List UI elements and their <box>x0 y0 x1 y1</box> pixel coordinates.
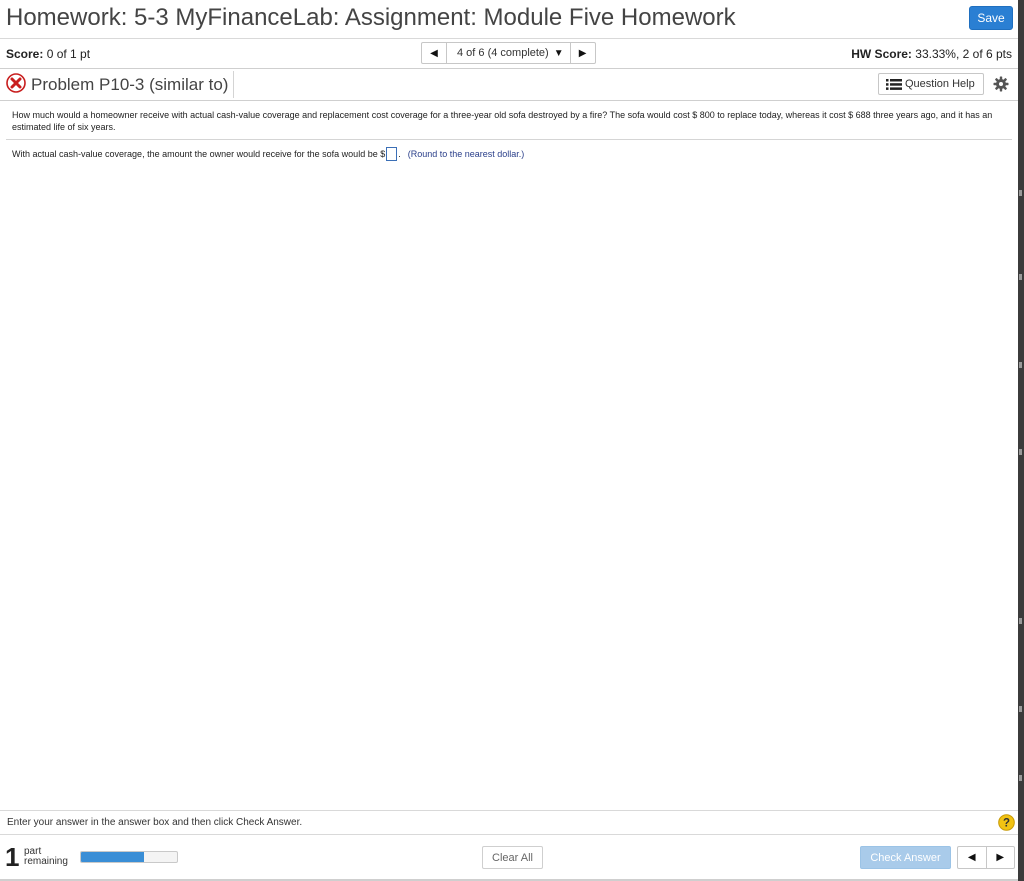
instruction-bar: Enter your answer in the answer box and … <box>0 810 1018 835</box>
parts-remaining-label: part remaining <box>24 847 68 867</box>
footer-next-button[interactable]: ▶ <box>985 847 1015 868</box>
parts-label-line2: remaining <box>24 856 68 867</box>
question-dropdown[interactable]: 4 of 6 (4 complete) ▼ <box>446 43 571 63</box>
edge-mark <box>1019 706 1022 712</box>
svg-text:?: ? <box>1003 818 1010 830</box>
hw-score-label: HW Score: <box>851 47 912 61</box>
triangle-right-icon: ▶ <box>578 47 587 59</box>
answer-input[interactable] <box>386 147 398 161</box>
hw-score-value: 33.33%, 2 of 6 pts <box>915 47 1012 61</box>
divider <box>233 71 234 98</box>
footer-bar: 1 part remaining Clear All Check Answer … <box>0 834 1018 881</box>
triangle-right-icon: ▶ <box>996 852 1005 863</box>
progress-fill <box>81 852 145 862</box>
instruction-text: Enter your answer in the answer box and … <box>7 817 303 828</box>
problem-title: Problem P10-3 (similar to) <box>31 75 229 94</box>
question-help-button[interactable]: Question Help <box>878 73 984 95</box>
window-edge <box>1018 0 1024 881</box>
clear-all-button[interactable]: Clear All <box>482 846 543 869</box>
triangle-down-icon: ▼ <box>553 47 564 59</box>
answer-suffix: . <box>398 149 401 159</box>
score-bar: Score: 0 of 1 pt ◀ 4 of 6 (4 complete) ▼… <box>0 39 1018 69</box>
prev-question-button[interactable]: ◀ <box>422 43 446 63</box>
question-mark-icon[interactable]: ? <box>998 814 1015 831</box>
score-value: 0 of 1 pt <box>46 47 91 61</box>
footer-prev-button[interactable]: ◀ <box>958 847 986 868</box>
progress-bar <box>80 851 178 863</box>
question-status: 4 of 6 (4 complete) <box>457 47 549 59</box>
score-label: Score: <box>6 47 44 61</box>
question-navigator: ◀ 4 of 6 (4 complete) ▼ ▶ <box>421 42 596 64</box>
edge-mark <box>1019 190 1022 196</box>
question-text: How much would a homeowner receive with … <box>12 110 993 132</box>
header-bar: Homework: 5-3 MyFinanceLab: Assignment: … <box>0 0 1018 39</box>
hw-score: HW Score: 33.33%, 2 of 6 pts <box>851 47 1012 61</box>
question-help-label: Question Help <box>905 78 975 90</box>
edge-mark <box>1019 618 1022 624</box>
divider <box>6 139 1012 140</box>
gear-icon[interactable] <box>993 76 1009 92</box>
problem-header: Problem P10-3 (similar to) Question Help <box>0 69 1018 101</box>
edge-mark <box>1019 449 1022 455</box>
answer-prompt: With actual cash-value coverage, the amo… <box>12 149 386 159</box>
list-icon <box>886 78 902 90</box>
parts-remaining-count: 1 <box>5 842 20 872</box>
footer-navigator: ◀ ▶ <box>957 846 1015 869</box>
score: Score: 0 of 1 pt <box>6 47 90 61</box>
red-x-circle-icon <box>6 73 26 93</box>
check-answer-button[interactable]: Check Answer <box>860 846 951 869</box>
edge-mark <box>1019 362 1022 368</box>
triangle-left-icon: ◀ <box>967 852 976 863</box>
edge-mark <box>1019 775 1022 781</box>
next-question-button[interactable]: ▶ <box>571 43 595 63</box>
save-button[interactable]: Save <box>969 6 1013 30</box>
answer-line: With actual cash-value coverage, the amo… <box>12 146 524 162</box>
homework-page: Homework: 5-3 MyFinanceLab: Assignment: … <box>0 0 1018 881</box>
rounding-hint: (Round to the nearest dollar.) <box>407 149 525 159</box>
page-title: Homework: 5-3 MyFinanceLab: Assignment: … <box>6 4 736 31</box>
edge-mark <box>1019 274 1022 280</box>
triangle-left-icon: ◀ <box>430 47 438 59</box>
